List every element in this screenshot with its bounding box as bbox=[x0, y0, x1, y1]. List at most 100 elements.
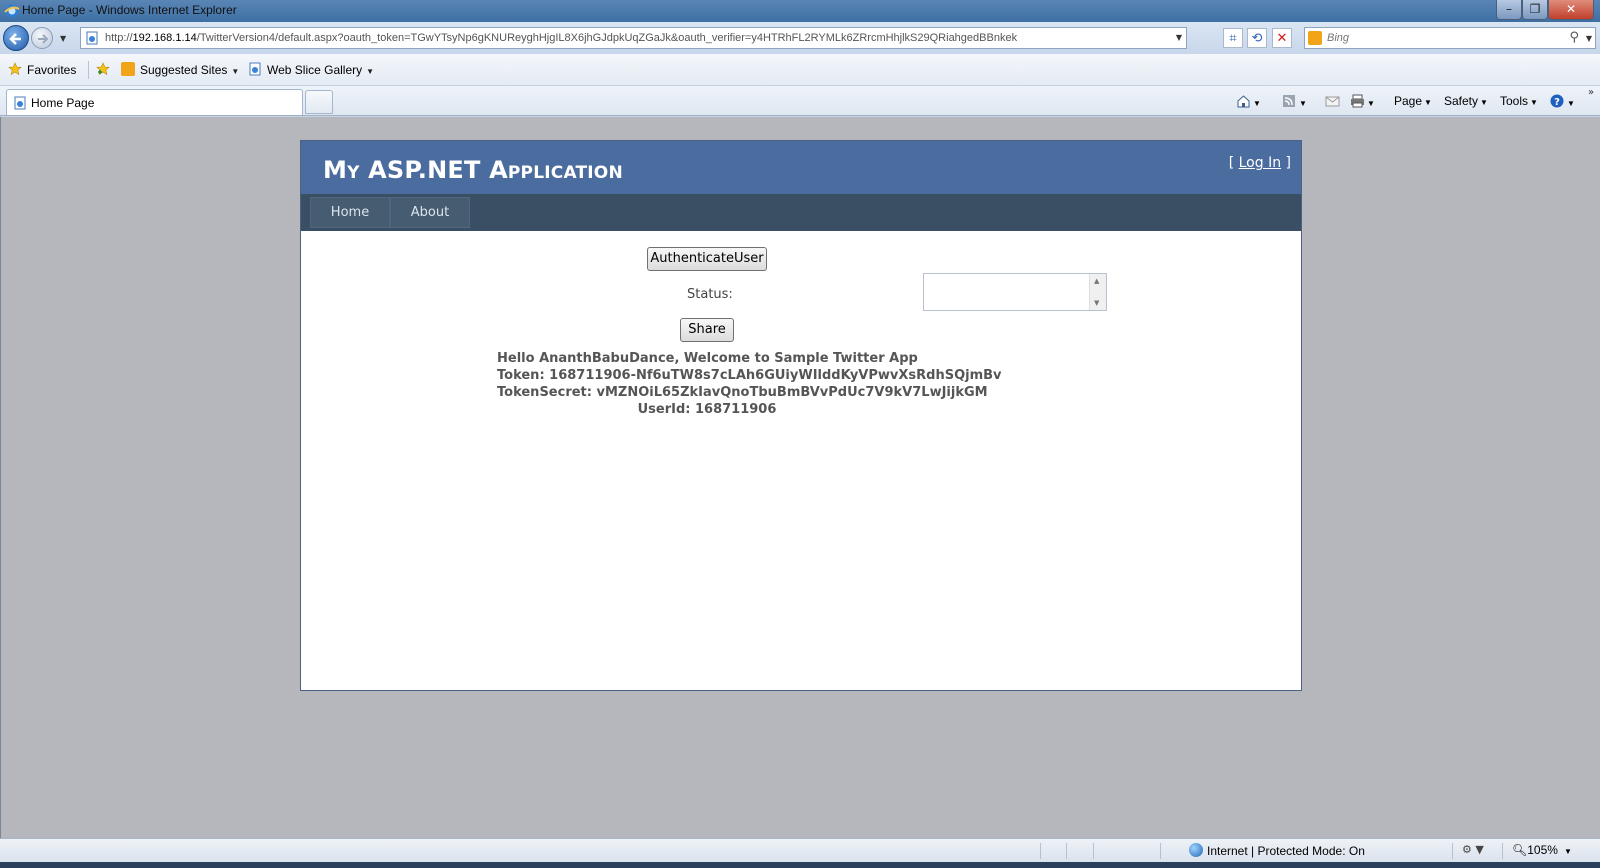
page-menu[interactable]: Page ▼ bbox=[1394, 94, 1432, 108]
site-page: My ASP.NET Application [ Log In ] Home A… bbox=[300, 140, 1302, 691]
add-to-favorites-button[interactable] bbox=[96, 62, 115, 77]
recent-pages-dropdown[interactable]: ▼ bbox=[60, 34, 66, 43]
refresh-button[interactable]: ⟲ bbox=[1247, 28, 1267, 48]
chevron-down-icon: ▼ bbox=[1424, 98, 1432, 107]
favorites-bar: Favorites Suggested Sites ▼ Web Slice Gal… bbox=[0, 54, 1600, 86]
page-viewport: My ASP.NET Application [ Log In ] Home A… bbox=[0, 117, 1600, 838]
zoom-icon: 🔍︎ bbox=[1512, 843, 1528, 857]
scroll-down-icon[interactable]: ▼ bbox=[1094, 299, 1099, 307]
site-header: My ASP.NET Application [ Log In ] bbox=[301, 141, 1301, 194]
forward-button[interactable] bbox=[31, 27, 53, 49]
chevron-more-icon[interactable]: » bbox=[1588, 87, 1594, 98]
suggested-sites-icon bbox=[121, 62, 135, 76]
feeds-button[interactable]: ▼ bbox=[1282, 94, 1307, 109]
compat-icon: ⌗ bbox=[1229, 31, 1237, 46]
chevron-down-icon: ▼ bbox=[1530, 98, 1538, 107]
close-window-button[interactable]: ✕ bbox=[1548, 0, 1594, 20]
authenticate-user-button[interactable]: AuthenticateUser bbox=[647, 247, 767, 271]
read-mail-button[interactable] bbox=[1325, 94, 1340, 109]
back-button[interactable] bbox=[3, 25, 29, 51]
page-icon bbox=[86, 31, 98, 45]
help-button[interactable]: ? ▼ bbox=[1550, 94, 1575, 109]
user-info: Hello AnanthBabuDance, Welcome to Sample… bbox=[301, 350, 1301, 418]
welcome-message: Hello AnanthBabuDance, Welcome to Sample… bbox=[497, 351, 918, 366]
chevron-down-icon: ▼ bbox=[1299, 99, 1307, 108]
login-link[interactable]: Log In bbox=[1239, 155, 1281, 171]
search-options-dropdown-icon[interactable]: ▼ bbox=[1586, 34, 1592, 43]
status-divider bbox=[1502, 843, 1503, 859]
window-title-bar: Home Page - Windows Internet Explorer – … bbox=[0, 0, 1600, 22]
minimize-button[interactable]: – bbox=[1496, 0, 1522, 20]
address-bar[interactable]: http://192.168.1.14/TwitterVersion4/defa… bbox=[80, 27, 1187, 49]
chevron-down-icon: ▼ bbox=[1367, 99, 1375, 108]
scroll-up-icon[interactable]: ▲ bbox=[1094, 277, 1099, 285]
stop-button[interactable]: ✕ bbox=[1272, 28, 1292, 48]
security-zone[interactable]: Internet | Protected Mode: On bbox=[1189, 843, 1365, 858]
ie-logo-icon bbox=[4, 4, 20, 18]
status-divider bbox=[1040, 843, 1041, 859]
status-bar: Internet | Protected Mode: On ⚙ ▼ 🔍︎105%… bbox=[0, 838, 1600, 862]
printer-icon bbox=[1351, 94, 1364, 108]
navigation-bar: ▼ http://192.168.1.14/TwitterVersion4/de… bbox=[0, 22, 1600, 54]
menu-item-about[interactable]: About bbox=[390, 197, 470, 228]
status-divider bbox=[1093, 843, 1094, 859]
safety-menu[interactable]: Safety ▼ bbox=[1444, 94, 1488, 108]
refresh-icon: ⟲ bbox=[1251, 31, 1263, 46]
favorites-button[interactable]: Favorites bbox=[8, 62, 76, 77]
arrow-right-icon bbox=[38, 34, 49, 44]
tools-menu[interactable]: Tools ▼ bbox=[1500, 94, 1538, 108]
restore-button[interactable]: ❐ bbox=[1522, 0, 1548, 20]
web-slice-gallery-link[interactable]: Web Slice Gallery ▼ bbox=[248, 62, 374, 77]
protected-mode-icon[interactable]: ⚙ ▼ bbox=[1462, 843, 1484, 856]
menu-item-home[interactable]: Home bbox=[310, 197, 390, 228]
globe-icon bbox=[1189, 843, 1203, 857]
login-display: [ Log In ] bbox=[1228, 155, 1291, 171]
page-title: My ASP.NET Application bbox=[323, 156, 623, 184]
window-title: Home Page - Windows Internet Explorer bbox=[22, 3, 237, 17]
taskbar bbox=[0, 862, 1600, 868]
status-textarea[interactable]: ▲ ▼ bbox=[923, 273, 1107, 311]
stop-icon: ✕ bbox=[1276, 31, 1288, 46]
rss-icon bbox=[1283, 95, 1295, 107]
status-divider bbox=[1160, 843, 1161, 859]
search-box[interactable]: ⚲ ▼ bbox=[1304, 27, 1596, 49]
home-icon bbox=[1237, 95, 1250, 108]
page-icon bbox=[14, 96, 26, 110]
web-slice-icon bbox=[249, 62, 261, 76]
chevron-down-icon: ▼ bbox=[366, 67, 375, 76]
tab-bar: Home Page ▼ ▼ ▼ Page ▼ Safety ▼ Tools ▼ ? ▼ … bbox=[0, 86, 1600, 116]
compatibility-view-button[interactable]: ⌗ bbox=[1223, 28, 1243, 48]
chevron-down-icon: ▼ bbox=[231, 67, 240, 76]
help-icon: ? bbox=[1550, 94, 1564, 108]
print-button[interactable]: ▼ bbox=[1350, 94, 1375, 109]
favorites-divider bbox=[88, 61, 89, 79]
zoom-level[interactable]: 🔍︎105% ▼ bbox=[1512, 843, 1572, 857]
add-favorite-icon bbox=[96, 62, 110, 76]
status-label: Status: bbox=[687, 287, 733, 302]
chevron-down-icon: ▼ bbox=[1563, 847, 1572, 856]
site-menu: Home About bbox=[301, 194, 1301, 231]
address-url[interactable]: http://192.168.1.14/TwitterVersion4/defa… bbox=[105, 32, 1017, 44]
textarea-scrollbar[interactable]: ▲ ▼ bbox=[1089, 274, 1106, 310]
token-secret-text: TokenSecret: vMZNOiL65ZkIavQnoTbuBmBVvPd… bbox=[497, 385, 988, 400]
star-icon bbox=[8, 62, 22, 76]
user-id-text: UserId: 168711906 bbox=[637, 402, 777, 417]
tab-label: Home Page bbox=[31, 96, 95, 110]
mail-icon bbox=[1325, 96, 1340, 107]
suggested-sites-link[interactable]: Suggested Sites ▼ bbox=[121, 62, 239, 77]
bing-icon bbox=[1308, 31, 1322, 45]
search-icon[interactable]: ⚲ bbox=[1569, 30, 1579, 45]
chevron-down-icon: ▼ bbox=[1253, 99, 1261, 108]
status-divider bbox=[1066, 843, 1067, 859]
chevron-down-icon: ▼ bbox=[1567, 99, 1575, 108]
svg-text:?: ? bbox=[1554, 97, 1560, 108]
arrow-left-icon bbox=[9, 33, 21, 45]
status-divider bbox=[1452, 843, 1453, 859]
share-button[interactable]: Share bbox=[680, 318, 734, 342]
chevron-down-icon: ▼ bbox=[1480, 98, 1488, 107]
address-dropdown-icon[interactable]: ▼ bbox=[1176, 33, 1182, 42]
home-button[interactable]: ▼ bbox=[1236, 94, 1261, 109]
search-input[interactable] bbox=[1327, 30, 1547, 46]
tab-home-page[interactable]: Home Page bbox=[6, 89, 303, 115]
new-tab-button[interactable] bbox=[305, 90, 333, 114]
